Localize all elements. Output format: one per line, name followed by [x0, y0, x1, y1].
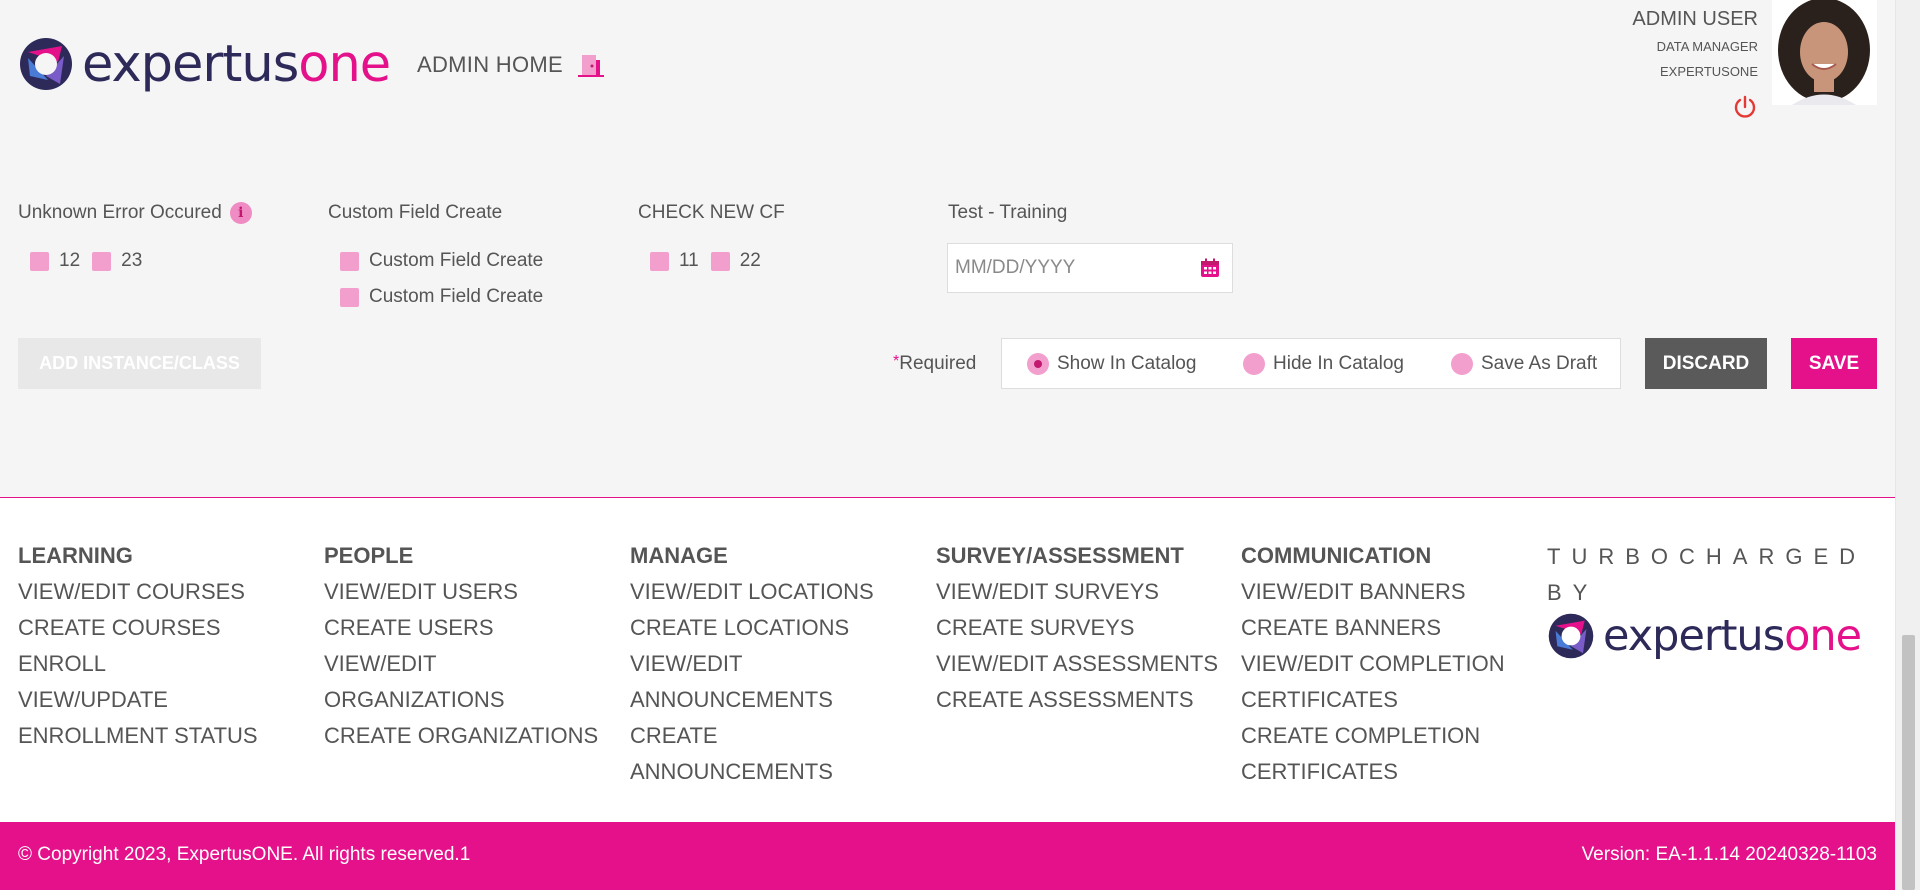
- save-button[interactable]: SAVE: [1791, 338, 1877, 389]
- footer-link[interactable]: VIEW/EDIT USERS: [324, 574, 614, 610]
- footer-link[interactable]: VIEW/EDIT ASSESSMENTS: [936, 646, 1226, 682]
- radio-save-as-draft[interactable]: Save As Draft: [1451, 352, 1597, 375]
- page-scrollbar[interactable]: [1895, 0, 1920, 890]
- footer-link[interactable]: ORGANIZATIONS: [324, 682, 614, 718]
- footer-link[interactable]: CREATE ASSESSMENTS: [936, 682, 1226, 718]
- footer-link[interactable]: VIEW/EDIT COMPLETION: [1241, 646, 1531, 682]
- user-name: ADMIN USER: [1632, 8, 1758, 30]
- field-label-check-new-cf: CHECK NEW CF: [638, 202, 785, 223]
- catalog-visibility-radio-group: Show In Catalog Hide In Catalog Save As …: [1001, 338, 1621, 389]
- field-label-custom-field-create: Custom Field Create: [328, 202, 503, 223]
- radio-show-in-catalog[interactable]: Show In Catalog: [1027, 352, 1196, 375]
- footer-link[interactable]: VIEW/EDIT LOCATIONS: [630, 574, 920, 610]
- version-text: Version: EA-1.1.14 20240328-1103: [1581, 844, 1877, 865]
- checkbox-group-check-new-cf: 11 22: [650, 250, 773, 272]
- footer-link[interactable]: CREATE LOCATIONS: [630, 610, 920, 646]
- radio-button[interactable]: [1243, 352, 1265, 375]
- date-input[interactable]: [948, 244, 1188, 292]
- checkbox-option[interactable]: 12: [30, 250, 80, 272]
- avatar[interactable]: [1772, 0, 1877, 105]
- checkbox-option[interactable]: Custom Field Create: [340, 250, 543, 272]
- expertusone-logo-icon: [20, 38, 72, 90]
- date-field[interactable]: [947, 243, 1233, 293]
- footer-link[interactable]: CREATE USERS: [324, 610, 614, 646]
- admin-home-link[interactable]: ADMIN HOME: [417, 52, 563, 78]
- discard-button[interactable]: DISCARD: [1645, 338, 1767, 389]
- copyright-text: © Copyright 2023, ExpertusONE. All right…: [18, 844, 471, 865]
- checkbox-option[interactable]: 23: [92, 250, 142, 272]
- footer-link[interactable]: VIEW/EDIT BANNERS: [1241, 574, 1531, 610]
- footer-col-people: PEOPLE VIEW/EDIT USERS CREATE USERS VIEW…: [324, 538, 614, 754]
- field-label-test-training: Test - Training: [948, 202, 1068, 223]
- footer-link[interactable]: VIEW/EDIT: [324, 646, 614, 682]
- footer-link[interactable]: CREATE BANNERS: [1241, 610, 1531, 646]
- field-label-unknown-error: Unknown Error Occured i: [18, 202, 252, 224]
- info-icon[interactable]: i: [229, 202, 252, 224]
- checkbox[interactable]: [92, 251, 112, 271]
- user-role: DATA MANAGER: [1656, 39, 1758, 54]
- checkbox[interactable]: [650, 251, 669, 271]
- footer-nav: LEARNING VIEW/EDIT COURSES CREATE COURSE…: [0, 497, 1895, 822]
- checkbox[interactable]: [30, 251, 49, 271]
- footer-link[interactable]: VIEW/EDIT SURVEYS: [936, 574, 1226, 610]
- checkbox[interactable]: [340, 287, 359, 307]
- checkbox-option[interactable]: 22: [710, 250, 761, 272]
- copyright-bar: © Copyright 2023, ExpertusONE. All right…: [0, 822, 1895, 890]
- footer-link[interactable]: CERTIFICATES: [1241, 754, 1531, 790]
- footer-link[interactable]: ENROLL: [18, 646, 308, 682]
- footer-col-manage: MANAGE VIEW/EDIT LOCATIONS CREATE LOCATI…: [630, 538, 920, 790]
- footer-brand-logo: expertusone: [1547, 610, 1862, 661]
- footer-link[interactable]: CERTIFICATES: [1241, 682, 1531, 718]
- checkbox-group-unknown-error: 12 23: [30, 250, 154, 272]
- footer-col-title: COMMUNICATION: [1241, 543, 1432, 568]
- footer-link[interactable]: CREATE ORGANIZATIONS: [324, 718, 614, 754]
- turbocharged-by-text: TURBOCHARGED BY: [1547, 544, 1867, 605]
- footer-col-survey-assessment: SURVEY/ASSESSMENT VIEW/EDIT SURVEYS CREA…: [936, 538, 1226, 718]
- calendar-icon[interactable]: [1200, 258, 1220, 283]
- footer-link[interactable]: CREATE COMPLETION: [1241, 718, 1531, 754]
- user-org: EXPERTUSONE: [1659, 64, 1758, 79]
- required-note: *Required: [893, 353, 977, 374]
- footer-col-learning: LEARNING VIEW/EDIT COURSES CREATE COURSE…: [18, 538, 308, 754]
- footer-link[interactable]: VIEW/EDIT COURSES: [18, 574, 308, 610]
- brand-wordmark: expertusone: [1603, 610, 1862, 661]
- exit-door-icon[interactable]: [576, 50, 606, 85]
- power-logout-icon[interactable]: [1732, 94, 1758, 125]
- footer-link[interactable]: ANNOUNCEMENTS: [630, 682, 920, 718]
- radio-button[interactable]: [1451, 352, 1473, 375]
- scrollbar-thumb[interactable]: [1902, 635, 1915, 890]
- footer-link[interactable]: CREATE SURVEYS: [936, 610, 1226, 646]
- add-instance-class-button[interactable]: ADD INSTANCE/CLASS: [18, 338, 261, 389]
- footer-col-title: MANAGE: [630, 543, 728, 568]
- radio-hide-in-catalog[interactable]: Hide In Catalog: [1243, 352, 1404, 375]
- user-info: ADMIN USER DATA MANAGER EXPERTUSONE: [1632, 8, 1758, 79]
- brand-wordmark: expertusone: [82, 34, 391, 94]
- brand-logo[interactable]: expertusone: [18, 34, 391, 94]
- expertusone-logo-icon: [1548, 613, 1594, 659]
- footer-col-title: LEARNING: [18, 543, 133, 568]
- footer-link[interactable]: CREATE COURSES: [18, 610, 308, 646]
- checkbox[interactable]: [710, 251, 730, 271]
- checkbox-option[interactable]: Custom Field Create: [340, 286, 543, 308]
- footer-col-title: SURVEY/ASSESSMENT: [936, 543, 1184, 568]
- footer-link[interactable]: CREATE ANNOUNCEMENTS: [630, 718, 920, 790]
- footer-link[interactable]: VIEW/EDIT: [630, 646, 920, 682]
- footer-link[interactable]: VIEW/UPDATE: [18, 682, 308, 718]
- footer-link[interactable]: ENROLLMENT STATUS: [18, 718, 308, 754]
- checkbox-option[interactable]: 11: [650, 250, 699, 272]
- checkbox[interactable]: [340, 251, 359, 271]
- radio-button[interactable]: [1027, 352, 1049, 375]
- footer-col-communication: COMMUNICATION VIEW/EDIT BANNERS CREATE B…: [1241, 538, 1531, 790]
- footer-col-title: PEOPLE: [324, 543, 414, 568]
